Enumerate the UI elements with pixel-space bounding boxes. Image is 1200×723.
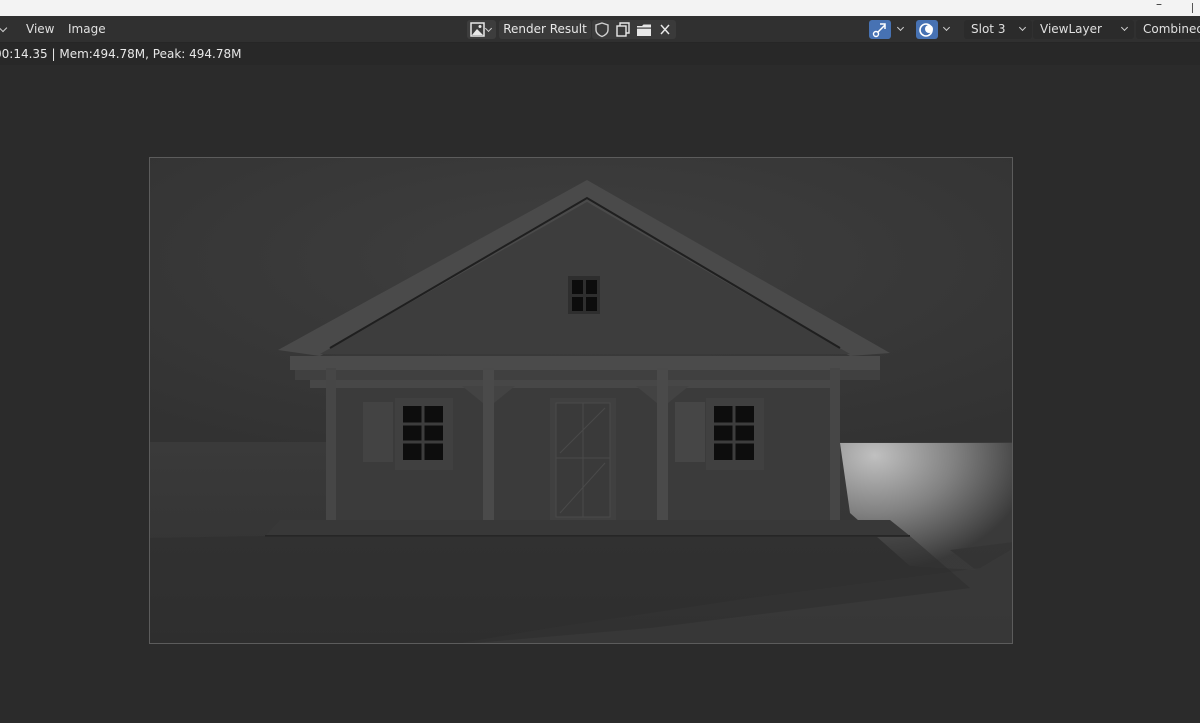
gizmo-icon — [872, 23, 886, 38]
image-viewport[interactable] — [0, 65, 1200, 723]
menu-image[interactable]: Image — [68, 16, 106, 43]
minimize-button[interactable]: – — [1152, 0, 1166, 11]
chevron-down-icon[interactable] — [896, 23, 905, 32]
slot-label: Slot 3 — [971, 22, 1006, 36]
render-stats-text: 00:14.35 | Mem:494.78M, Peak: 494.78M — [0, 47, 242, 61]
os-title-strip: – — [0, 0, 1200, 16]
image-browse-button[interactable] — [467, 20, 496, 39]
window-edge — [1192, 3, 1193, 13]
shield-icon[interactable] — [592, 20, 612, 39]
slot-dropdown[interactable]: Slot 3 — [964, 20, 1032, 39]
gizmo-toggle[interactable] — [869, 20, 891, 39]
render-result-image — [149, 157, 1013, 644]
close-icon[interactable] — [655, 20, 675, 39]
overlay-icon — [919, 23, 933, 37]
render-info-bar: 00:14.35 | Mem:494.78M, Peak: 494.78M — [0, 43, 1200, 65]
render-pass-dropdown[interactable]: Combined — [1136, 20, 1200, 39]
image-editor-header: View Image Render Result Slot 3 ViewLaye… — [0, 16, 1200, 43]
chevron-down-icon[interactable] — [0, 23, 8, 33]
image-actions-group — [592, 20, 676, 39]
image-browse-icon — [470, 22, 485, 37]
duplicate-icon[interactable] — [613, 20, 633, 39]
overlay-toggle[interactable] — [916, 20, 938, 39]
view-layer-label: ViewLayer — [1040, 22, 1102, 36]
chevron-down-icon — [1120, 23, 1129, 32]
render-pass-label: Combined — [1143, 22, 1200, 36]
chevron-down-icon[interactable] — [942, 23, 951, 32]
chevron-down-icon — [1018, 23, 1027, 32]
menu-view[interactable]: View — [26, 16, 54, 43]
rendered-house-image — [150, 158, 1012, 643]
image-name-field[interactable]: Render Result — [499, 20, 591, 39]
view-layer-dropdown[interactable]: ViewLayer — [1033, 20, 1134, 39]
folder-icon[interactable] — [634, 20, 654, 39]
